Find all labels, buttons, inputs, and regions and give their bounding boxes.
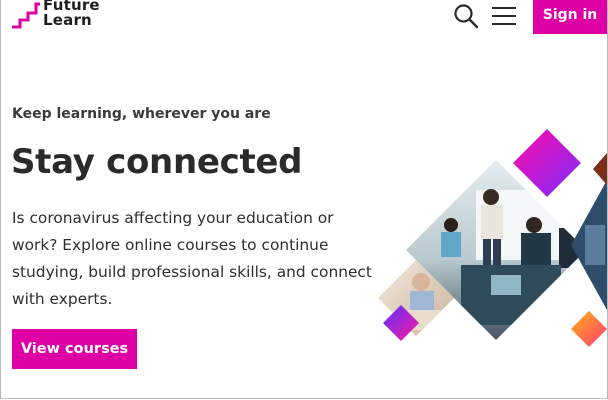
search-button[interactable] xyxy=(453,3,479,29)
page-title: Stay connected xyxy=(11,142,303,182)
futurelearn-logo[interactable]: Future Learn xyxy=(11,0,121,30)
photo-tile-right xyxy=(571,180,607,310)
logo-wordmark: Future Learn xyxy=(43,0,100,28)
hamburger-menu-icon xyxy=(492,7,516,25)
logo-staircase-icon xyxy=(12,2,40,29)
hero-image-collage xyxy=(378,129,607,347)
menu-button[interactable] xyxy=(491,5,517,27)
hero-description: Is coronavirus affecting your education … xyxy=(12,209,372,308)
search-icon xyxy=(454,4,479,29)
site-header: Future Learn Sign in xyxy=(1,0,607,36)
sign-in-button[interactable]: Sign in xyxy=(533,0,607,34)
decor-diamond-top xyxy=(513,129,581,197)
logo-wordmark-line2: Learn xyxy=(43,11,92,29)
decor-diamond-bottom-right xyxy=(571,311,607,347)
decor-diamond-right-top xyxy=(593,153,607,185)
view-courses-button[interactable]: View courses xyxy=(12,329,137,369)
page: Future Learn Sign in Keep learning, wher… xyxy=(0,0,608,399)
hero-eyebrow: Keep learning, wherever you are xyxy=(12,106,271,122)
